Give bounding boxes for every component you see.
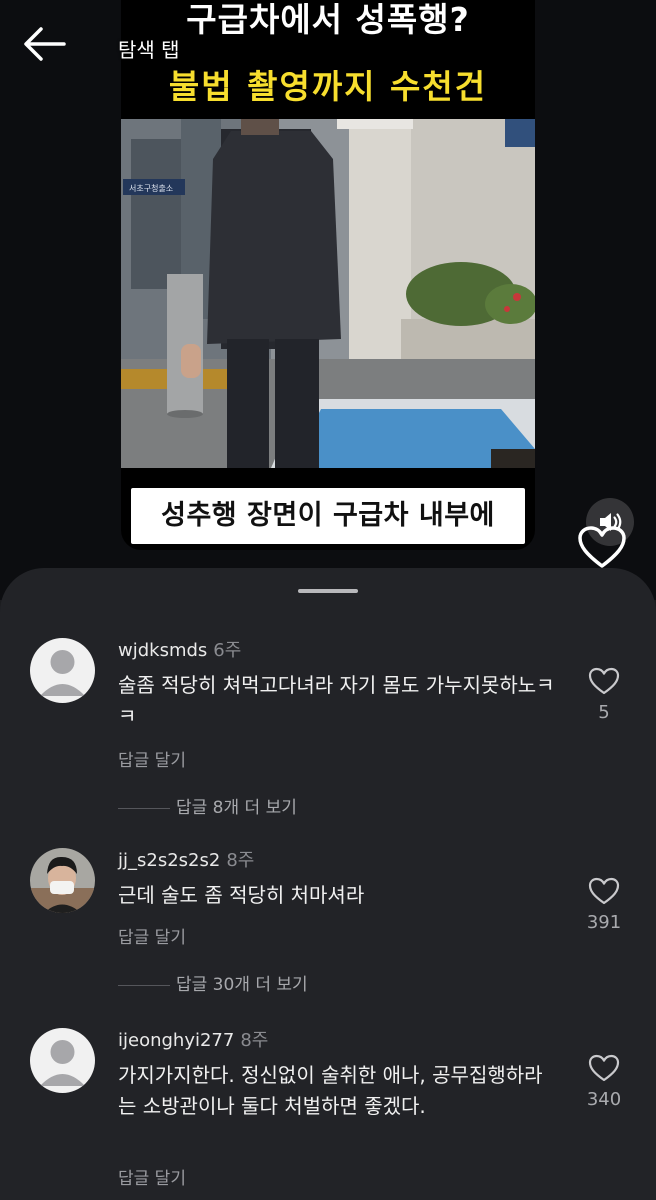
comment-item: wjdksmds 6주 술좀 적당히 쳐먹고다녀라 자기 몸도 가누지못하노ㅋㅋ … (0, 638, 656, 818)
default-avatar-icon[interactable] (30, 1028, 95, 1093)
comment-item: jj_s2s2s2s2 8주 근데 술도 좀 적당히 처마셔라 답글 달기 391… (0, 848, 656, 998)
video-headline-line2: 불법 촬영까지 수천건 (168, 67, 488, 106)
comment-text: 가지가지한다. 정신없이 술취한 애나, 공무집행하라는 소방관이나 둘다 처벌… (118, 1063, 543, 1118)
video-headline-line1: 구급차에서 성폭행? (186, 0, 470, 39)
comment-username[interactable]: ijeonghyi277 (118, 1030, 234, 1051)
reply-button[interactable]: 답글 달기 (118, 1164, 186, 1189)
comment-meta: ijeonghyi277 8주 (118, 1028, 268, 1054)
comment-like: 391 (574, 876, 634, 933)
like-count: 340 (586, 1089, 622, 1110)
comment-like: 5 (574, 666, 634, 723)
reply-button[interactable]: 답글 달기 (118, 923, 186, 948)
comment-age: 6주 (213, 640, 242, 661)
comment-age: 8주 (226, 850, 255, 871)
comment-username[interactable]: jj_s2s2s2s2 (118, 850, 220, 871)
divider-line (118, 807, 170, 809)
heart-icon[interactable] (588, 876, 620, 906)
back-arrow-icon[interactable] (20, 24, 68, 64)
like-count: 5 (598, 702, 610, 723)
view-more-replies-label: 답글 8개 더 보기 (176, 798, 297, 818)
video-caption-box: 성추행 장면이 구급차 내부에 (131, 488, 525, 544)
video-like-heart-icon[interactable] (576, 523, 628, 571)
comments-sheet: wjdksmds 6주 술좀 적당히 쳐먹고다녀라 자기 몸도 가누지못하노ㅋㅋ … (0, 568, 656, 1200)
comment-username[interactable]: wjdksmds (118, 640, 207, 661)
like-count: 391 (586, 912, 622, 933)
explore-tab-label[interactable]: 탐색 탭 (118, 34, 180, 63)
view-more-replies[interactable]: 답글 8개 더 보기 (118, 793, 297, 818)
view-more-replies[interactable]: 답글 30개 더 보기 (118, 970, 308, 995)
comment-meta: jj_s2s2s2s2 8주 (118, 848, 254, 874)
video-caption: 성추행 장면이 구급차 내부에 (161, 500, 495, 531)
view-more-replies-label: 답글 30개 더 보기 (176, 975, 308, 995)
divider-line (118, 984, 170, 986)
heart-icon[interactable] (588, 666, 620, 696)
default-avatar-icon[interactable] (30, 638, 95, 703)
sheet-drag-handle[interactable] (298, 589, 358, 593)
heart-icon[interactable] (588, 1053, 620, 1083)
comment-text: 술좀 적당히 쳐먹고다녀라 자기 몸도 가누지못하노ㅋㅋ (118, 673, 555, 728)
comment-age: 8주 (240, 1030, 269, 1051)
comment-text: 근데 술도 좀 적당히 처마셔라 (118, 883, 365, 907)
sign-text: 서초구청출소 (129, 183, 173, 193)
video-area: 구급차에서 성폭행? 불법 촬영까지 수천건 서초구청출소 성추행 장면이 구급… (0, 0, 656, 600)
comment-meta: wjdksmds 6주 (118, 638, 241, 664)
comment-item: ijeonghyi277 8주 가지가지한다. 정신없이 술취한 애나, 공무집행… (0, 1028, 656, 1200)
comment-like: 340 (574, 1053, 634, 1110)
video-frame[interactable]: 구급차에서 성폭행? 불법 촬영까지 수천건 서초구청출소 성추행 장면이 구급… (121, 0, 535, 550)
user-avatar[interactable] (30, 848, 95, 913)
reply-button[interactable]: 답글 달기 (118, 746, 186, 771)
video-scene-image: 서초구청출소 (121, 119, 535, 468)
